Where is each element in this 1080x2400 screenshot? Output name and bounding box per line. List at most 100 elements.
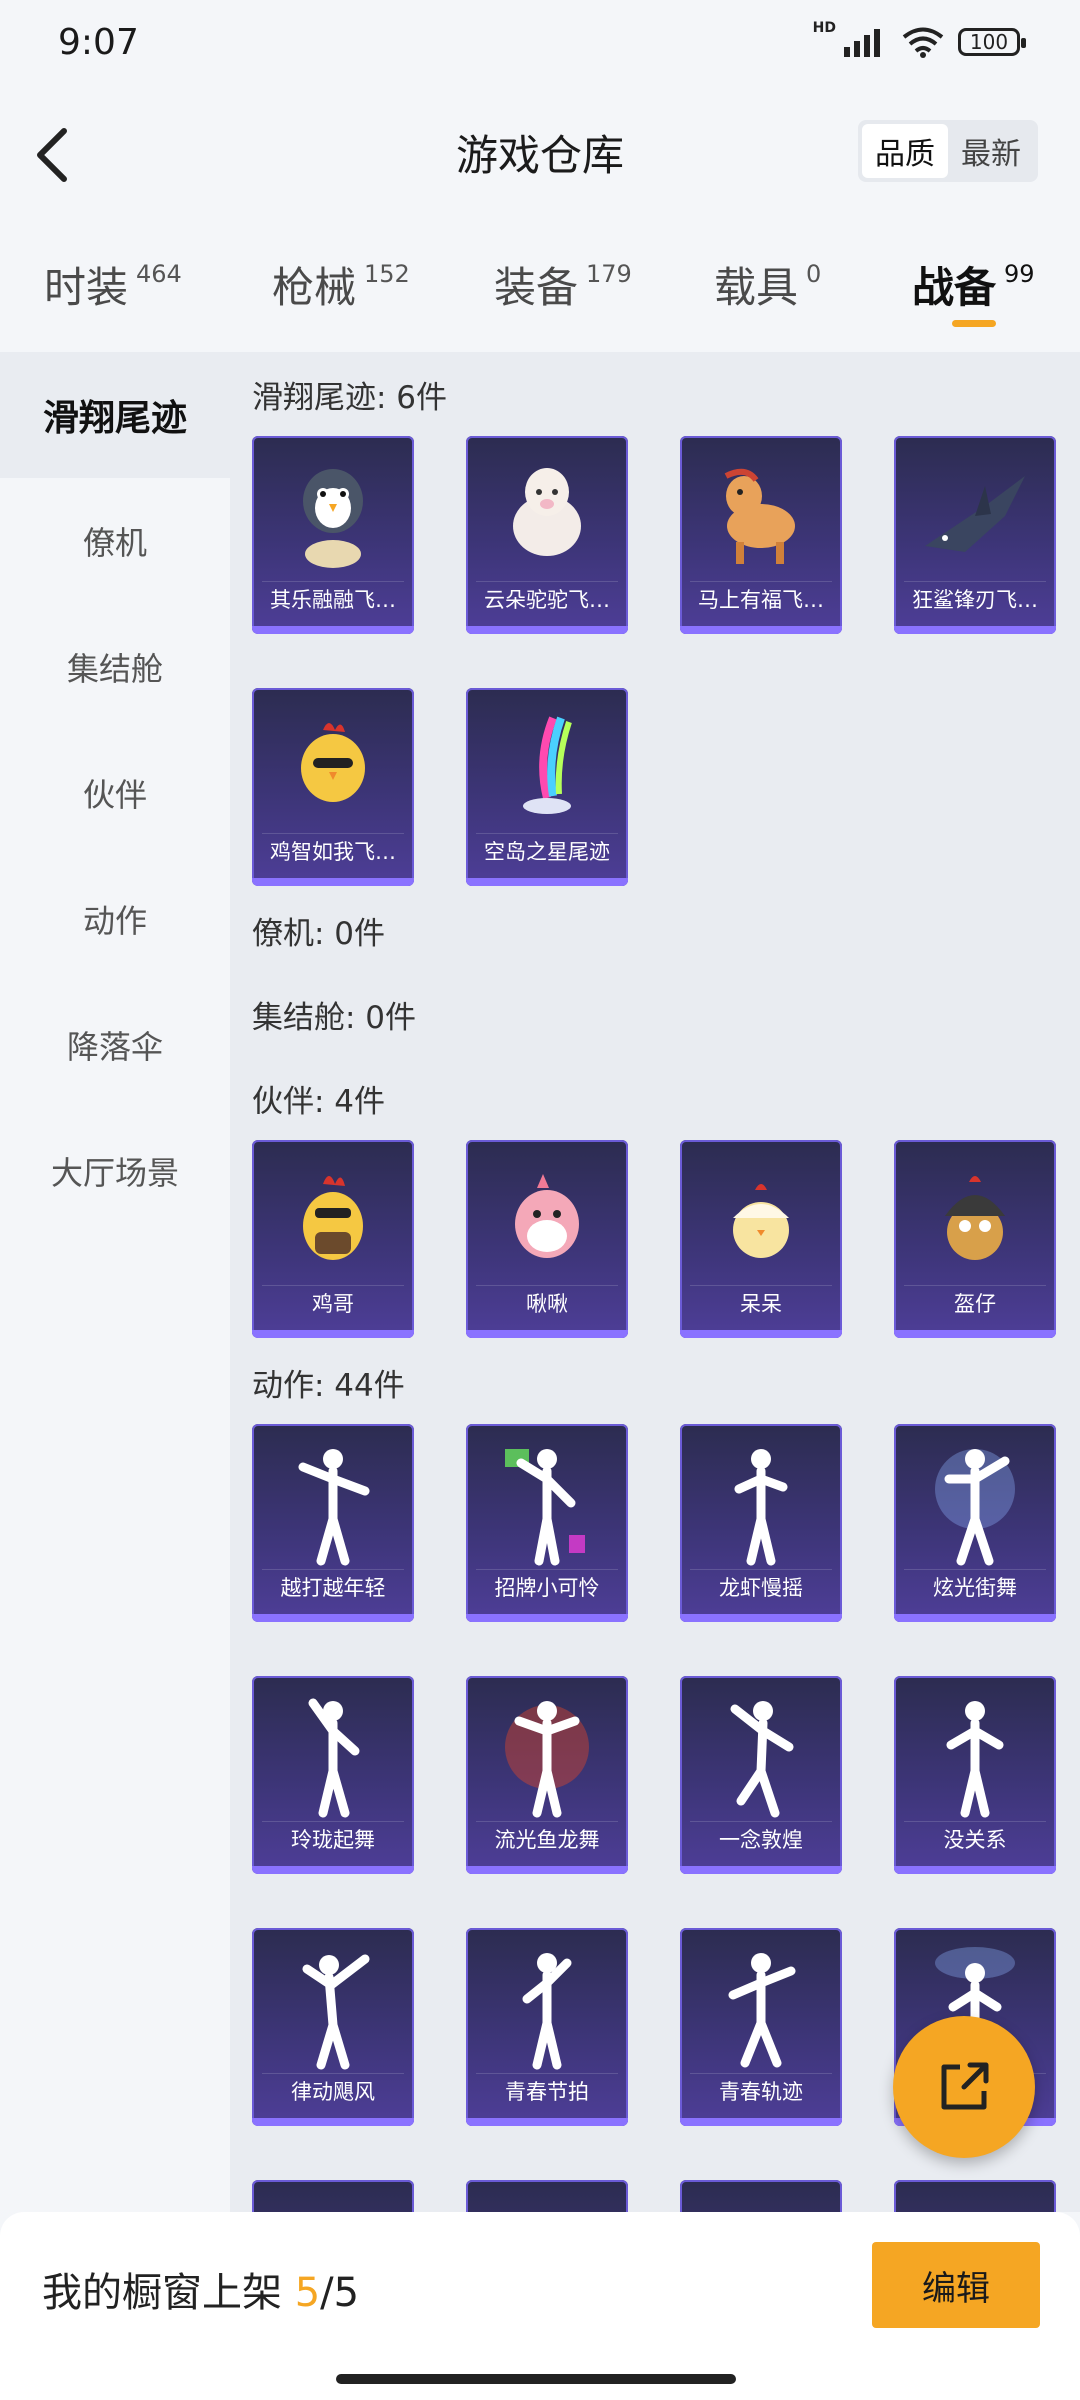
- item-card[interactable]: 空岛之星尾迹: [466, 688, 628, 886]
- tab-label: 枪械: [272, 263, 357, 312]
- section-title-capsule: 集结舱: 0件: [252, 1000, 417, 1036]
- rarity-bar: [680, 2118, 842, 2126]
- rarity-bar: [252, 626, 414, 634]
- dancer-figure-icon: [466, 1938, 628, 2078]
- divider: [904, 1285, 1046, 1286]
- item-card[interactable]: 龙虾慢摇: [680, 1424, 842, 1622]
- item-name: 鸡智如我飞…: [270, 840, 396, 864]
- item-card[interactable]: 青春轨迹: [680, 1928, 842, 2126]
- sidebar-item-wingman[interactable]: 僚机: [0, 478, 230, 604]
- item-card[interactable]: 鸡哥: [252, 1140, 414, 1338]
- sort-quality[interactable]: 品质: [862, 124, 948, 178]
- item-card[interactable]: 律动飓风: [252, 1928, 414, 2126]
- tab-label: 时装: [44, 263, 129, 312]
- pink-bird-image: [466, 1150, 628, 1290]
- item-list: 滑翔尾迹: 6件 其乐融融飞… 云朵驼驼飞… 马上有福飞… 狂鲨锋刃飞… 鸡智如…: [230, 352, 1080, 2212]
- item-name: 鸡哥: [312, 1292, 354, 1316]
- item-card[interactable]: 流光鱼龙舞: [466, 1676, 628, 1874]
- item-name: 律动飓风: [291, 2080, 375, 2104]
- item-card[interactable]: 其乐融融飞…: [252, 436, 414, 634]
- tab-battle-gear[interactable]: 战备 99: [912, 254, 1035, 315]
- rarity-bar: [894, 1614, 1056, 1622]
- item-card[interactable]: 越打越年轻: [252, 1424, 414, 1622]
- item-name: 呆呆: [740, 1292, 782, 1316]
- tab-label: 装备: [494, 263, 579, 312]
- item-card[interactable]: 狂鲨锋刃飞…: [894, 436, 1056, 634]
- tab-count: 179: [586, 260, 632, 288]
- item-card[interactable]: [680, 2180, 842, 2212]
- item-name: 没关系: [943, 1828, 1007, 1852]
- tab-vehicles[interactable]: 载具 0: [714, 254, 821, 315]
- divider: [476, 581, 618, 582]
- sort-newest[interactable]: 最新: [948, 124, 1034, 178]
- tab-count: 99: [1004, 260, 1035, 288]
- rarity-bar: [466, 1614, 628, 1622]
- dancer-figure-icon: [894, 1434, 1056, 1574]
- rarity-bar: [466, 878, 628, 886]
- tab-guns[interactable]: 枪械 152: [272, 254, 410, 315]
- item-card[interactable]: 青春节拍: [466, 1928, 628, 2126]
- item-card[interactable]: 玲珑起舞: [252, 1676, 414, 1874]
- rarity-bar: [680, 626, 842, 634]
- battery-indicator: 100: [958, 28, 1026, 56]
- item-card[interactable]: 招牌小可怜: [466, 1424, 628, 1622]
- tab-count: 152: [364, 260, 410, 288]
- dancer-figure-icon: [680, 1434, 842, 1574]
- item-card[interactable]: 鸡智如我飞…: [252, 688, 414, 886]
- tab-fashion[interactable]: 时装 464: [44, 254, 182, 315]
- item-card[interactable]: 一念敦煌: [680, 1676, 842, 1874]
- divider: [476, 1285, 618, 1286]
- showcase-label: 我的橱窗上架: [42, 2270, 295, 2316]
- rarity-bar: [894, 1330, 1056, 1338]
- item-card[interactable]: [894, 2180, 1056, 2212]
- divider: [476, 1821, 618, 1822]
- item-card[interactable]: 呆呆: [680, 1140, 842, 1338]
- penguin-item-image: [252, 446, 414, 586]
- bottom-bar: 我的橱窗上架 5/5 编辑: [0, 2212, 1080, 2400]
- item-card[interactable]: 盔仔: [894, 1140, 1056, 1338]
- share-external-icon: [941, 2062, 989, 2110]
- sidebar-item-partner[interactable]: 伙伴: [0, 730, 230, 856]
- tab-equipment[interactable]: 装备 179: [494, 254, 632, 315]
- tab-count: 464: [136, 260, 182, 288]
- item-card[interactable]: 云朵驼驼飞…: [466, 436, 628, 634]
- sidebar-item-glide-trail[interactable]: 滑翔尾迹: [0, 352, 230, 478]
- sidebar-item-capsule[interactable]: 集结舱: [0, 604, 230, 730]
- sidebar-item-lobby-scene[interactable]: 大厅场景: [0, 1108, 230, 1234]
- item-card[interactable]: 马上有福飞…: [680, 436, 842, 634]
- item-card[interactable]: 啾啾: [466, 1140, 628, 1338]
- active-tab-indicator: [952, 320, 996, 327]
- rarity-bar: [252, 1866, 414, 1874]
- edit-button[interactable]: 编辑: [872, 2242, 1040, 2328]
- rarity-bar: [252, 2118, 414, 2126]
- rainbow-trail-item-image: [466, 698, 628, 838]
- rarity-bar: [466, 626, 628, 634]
- home-indicator[interactable]: [336, 2374, 736, 2384]
- chicken-brother-image: [252, 1150, 414, 1290]
- item-card[interactable]: 炫光街舞: [894, 1424, 1056, 1622]
- section-title-wingman: 僚机: 0件: [252, 916, 386, 952]
- sidebar-item-emote[interactable]: 动作: [0, 856, 230, 982]
- dancer-figure-icon: [252, 1434, 414, 1574]
- alpaca-item-image: [466, 446, 628, 586]
- divider: [262, 581, 404, 582]
- rarity-bar: [680, 1330, 842, 1338]
- divider: [690, 1821, 832, 1822]
- item-card[interactable]: [252, 2180, 414, 2212]
- item-card[interactable]: 没关系: [894, 1676, 1056, 1874]
- item-name: 空岛之星尾迹: [484, 840, 610, 864]
- section-title-partner: 伙伴: 4件: [252, 1084, 386, 1120]
- dancer-figure-icon: [894, 1686, 1056, 1826]
- divider: [262, 833, 404, 834]
- dancer-figure-icon: [466, 1686, 628, 1826]
- divider: [262, 1569, 404, 1570]
- item-name: 云朵驼驼飞…: [484, 588, 610, 612]
- share-button[interactable]: [893, 2016, 1035, 2158]
- grid-row: 玲珑起舞 流光鱼龙舞 一念敦煌 没关系: [252, 1676, 1056, 1874]
- dancer-figure-icon: [466, 1434, 628, 1574]
- rarity-bar: [680, 1866, 842, 1874]
- hd-indicator: HD: [812, 20, 836, 36]
- sidebar-item-parachute[interactable]: 降落伞: [0, 982, 230, 1108]
- item-card[interactable]: [466, 2180, 628, 2212]
- divider: [904, 1821, 1046, 1822]
